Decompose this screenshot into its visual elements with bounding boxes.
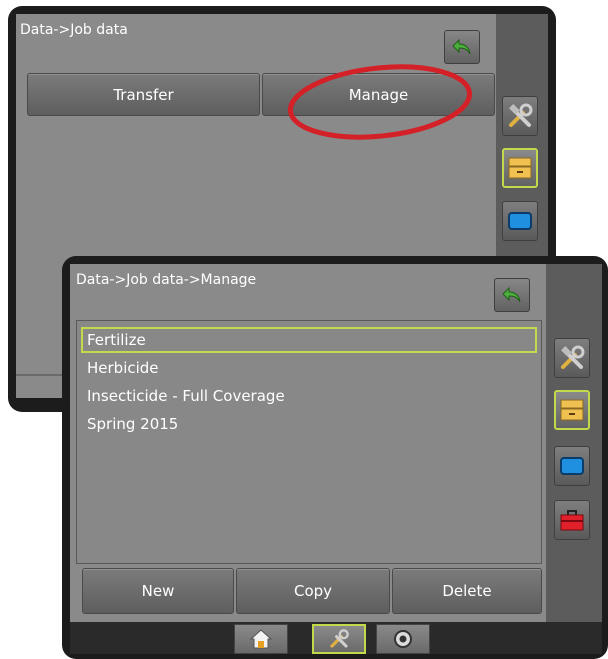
list-item[interactable]: Herbicide (81, 355, 537, 381)
data-side-button[interactable] (554, 390, 590, 430)
gps-tab[interactable] (376, 624, 430, 654)
front-console-frame: Data->Job data->Manage Fertilize Herbici… (62, 256, 608, 659)
job-list: Fertilize Herbicide Insecticide - Full C… (76, 320, 542, 564)
home-tab[interactable] (234, 624, 288, 654)
display-side-button[interactable] (554, 446, 590, 486)
toolbox-icon (560, 510, 584, 531)
gps-target-icon (394, 630, 412, 648)
list-item[interactable]: Spring 2015 (81, 411, 537, 437)
data-drawer-icon (508, 157, 532, 179)
list-item[interactable]: Fertilize (81, 327, 537, 353)
toolbox-side-button[interactable] (554, 500, 590, 540)
back-button[interactable] (494, 278, 530, 312)
display-side-button[interactable] (502, 201, 538, 241)
tab-transfer[interactable]: Transfer (27, 73, 260, 116)
new-button[interactable]: New (82, 568, 234, 614)
tools-side-button[interactable] (502, 96, 538, 136)
tab-manage[interactable]: Manage (262, 73, 495, 116)
tools-icon (330, 629, 349, 648)
display-icon (560, 457, 584, 475)
tools-tab[interactable] (312, 624, 366, 654)
back-button[interactable] (444, 30, 480, 64)
back-arrow-icon (452, 38, 471, 55)
delete-button[interactable]: Delete (392, 568, 542, 614)
tools-side-button[interactable] (554, 338, 590, 378)
page-title: Data->Job data->Manage (76, 272, 257, 288)
home-icon (249, 629, 273, 649)
list-item[interactable]: Insecticide - Full Coverage (81, 383, 537, 409)
page-title: Data->Job data (20, 22, 128, 38)
tools-icon (509, 103, 533, 127)
front-screen: Data->Job data->Manage Fertilize Herbici… (70, 264, 546, 622)
front-side-bar (546, 264, 602, 622)
tools-icon (561, 345, 585, 369)
data-drawer-icon (560, 399, 584, 421)
back-arrow-icon (502, 286, 521, 303)
copy-button[interactable]: Copy (236, 568, 390, 614)
data-side-button[interactable] (502, 148, 538, 188)
display-icon (508, 212, 532, 230)
